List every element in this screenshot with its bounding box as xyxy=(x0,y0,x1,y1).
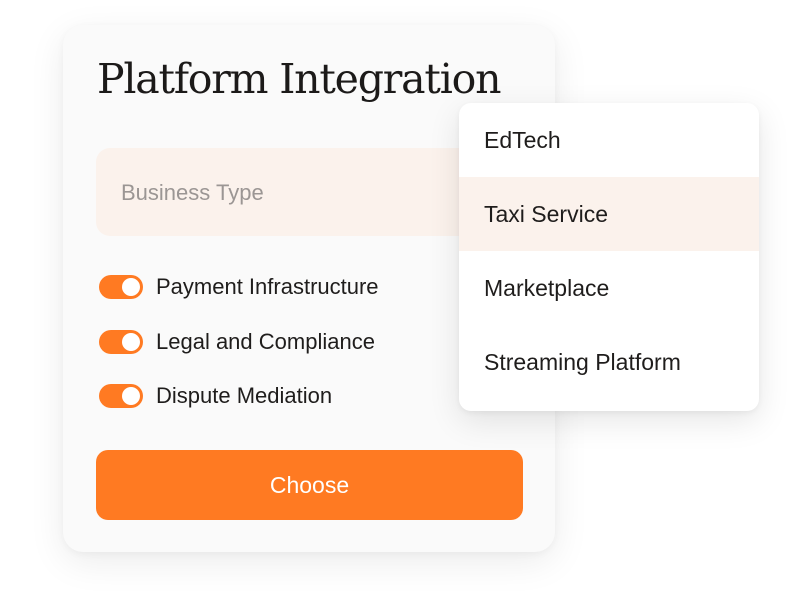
legal-and-compliance-label: Legal and Compliance xyxy=(156,329,375,354)
toggle-knob xyxy=(122,278,140,296)
dispute-mediation-toggle[interactable] xyxy=(99,384,143,408)
toggle-row-payment-infrastructure: Payment Infrastructure xyxy=(99,274,379,300)
toggle-row-legal-and-compliance: Legal and Compliance xyxy=(99,329,375,355)
toggle-row-dispute-mediation: Dispute Mediation xyxy=(99,383,332,409)
payment-infrastructure-toggle[interactable] xyxy=(99,275,143,299)
dropdown-option-edtech[interactable]: EdTech xyxy=(459,103,759,177)
dropdown-option-streaming-platform[interactable]: Streaming Platform xyxy=(459,325,759,399)
toggle-knob xyxy=(122,333,140,351)
legal-and-compliance-toggle[interactable] xyxy=(99,330,143,354)
dropdown-option-marketplace[interactable]: Marketplace xyxy=(459,251,759,325)
dispute-mediation-label: Dispute Mediation xyxy=(156,383,333,408)
card-title: Platform Integration xyxy=(97,55,502,103)
payment-infrastructure-label: Payment Infrastructure xyxy=(156,274,379,299)
dropdown-option-taxi-service[interactable]: Taxi Service xyxy=(459,177,759,251)
toggle-knob xyxy=(122,387,140,405)
choose-button[interactable]: Choose xyxy=(96,450,523,520)
business-type-dropdown: EdTech Taxi Service Marketplace Streamin… xyxy=(459,103,759,411)
business-type-placeholder: Business Type xyxy=(121,180,264,205)
